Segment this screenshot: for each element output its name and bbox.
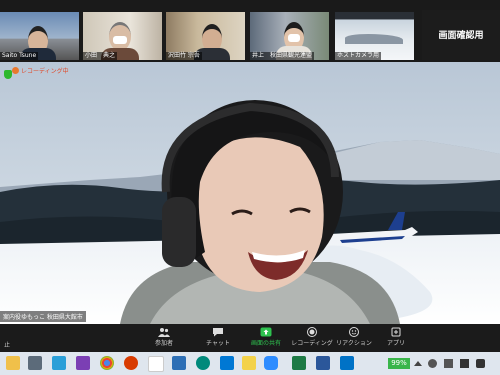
tile-name: Saito Tsune — [0, 52, 39, 60]
record-dot-icon — [12, 67, 19, 74]
battery-indicator[interactable]: 99% — [388, 358, 410, 369]
gallery-tile-5[interactable]: ホストカメラ用 — [335, 12, 414, 60]
screen-check-label: 画面確認用 — [438, 31, 484, 41]
gallery-tile-1[interactable]: Saito Tsune — [0, 12, 79, 60]
notification-icon[interactable] — [476, 359, 485, 368]
outlook-icon[interactable] — [340, 356, 354, 370]
record-icon — [307, 327, 317, 337]
gallery-tile-4[interactable]: 井上 秋田県観光連盟 — [250, 12, 329, 60]
sticky-icon[interactable] — [242, 356, 256, 370]
record-button[interactable]: レコーディング — [290, 326, 334, 350]
recording-indicator: レコーディング中 — [2, 66, 69, 79]
chat-button[interactable]: チャット — [196, 326, 240, 350]
reaction-button[interactable]: リアクション — [332, 326, 376, 350]
notepad-icon[interactable] — [52, 356, 66, 370]
ime-icon[interactable] — [460, 359, 469, 368]
zoom-icon[interactable] — [264, 356, 278, 370]
share-screen-icon — [260, 327, 272, 337]
calculator-icon[interactable] — [28, 356, 42, 370]
volume-icon[interactable] — [444, 359, 453, 368]
wifi-icon[interactable] — [428, 359, 437, 368]
excel-icon[interactable] — [292, 356, 306, 370]
apps-icon — [391, 327, 401, 337]
office-icon[interactable] — [124, 356, 138, 370]
mail-icon[interactable] — [220, 356, 234, 370]
participants-button[interactable]: 参加者 — [142, 326, 186, 350]
edge-icon[interactable] — [196, 356, 210, 370]
main-video[interactable]: レコーディング中 案内役ゆもっこ 秋田県大館市 — [0, 62, 500, 324]
share-screen-button[interactable]: 画面の共有 — [244, 326, 288, 350]
gallery-tile-2[interactable]: 小田 典之 — [83, 12, 162, 60]
chrome-icon[interactable] — [100, 356, 114, 370]
photos-icon[interactable] — [172, 356, 186, 370]
speaker-name: 案内役ゆもっこ 秋田県大館市 — [0, 311, 86, 322]
recording-label: レコーディング中 — [21, 68, 69, 75]
screen-check-tile[interactable]: 画面確認用 — [422, 10, 500, 60]
meeting-toolbar: 止 参加者 チャット 画面の共有 レコーディング リアクション アプリ — [0, 324, 500, 352]
record-label: レコーディング — [291, 340, 333, 347]
gallery-tile-3[interactable]: 沢田竹 宗吾 — [166, 12, 245, 60]
file-explorer-icon[interactable] — [6, 356, 20, 370]
tile-name: ホストカメラ用 — [335, 52, 382, 60]
windows-taskbar: 99% — [0, 352, 500, 375]
apps-label: アプリ — [386, 340, 405, 347]
apps-button[interactable]: アプリ — [374, 326, 418, 350]
chevron-up-icon[interactable] — [414, 361, 422, 366]
participants-icon — [158, 328, 170, 337]
left-toolbar-label[interactable]: 止 — [0, 326, 14, 350]
paint-icon[interactable] — [148, 356, 164, 372]
virtual-background — [0, 62, 500, 324]
reaction-label: リアクション — [336, 340, 372, 347]
tile-name: 井上 秋田県観光連盟 — [250, 52, 315, 60]
tile-name: 沢田竹 宗吾 — [166, 52, 202, 60]
share-screen-label: 画面の共有 — [250, 340, 281, 347]
reaction-icon — [349, 327, 359, 337]
word-icon[interactable] — [316, 356, 330, 370]
chat-icon — [213, 328, 223, 337]
chat-label: チャット — [206, 340, 230, 347]
tile-name: 小田 典之 — [83, 52, 118, 60]
onenote-icon[interactable] — [76, 356, 90, 370]
gallery-strip: Saito Tsune 小田 典之 沢田竹 宗吾 井上 秋田県観光連盟 ホストカ… — [0, 0, 500, 62]
participants-label: 参加者 — [154, 340, 173, 347]
shield-icon — [4, 70, 12, 79]
